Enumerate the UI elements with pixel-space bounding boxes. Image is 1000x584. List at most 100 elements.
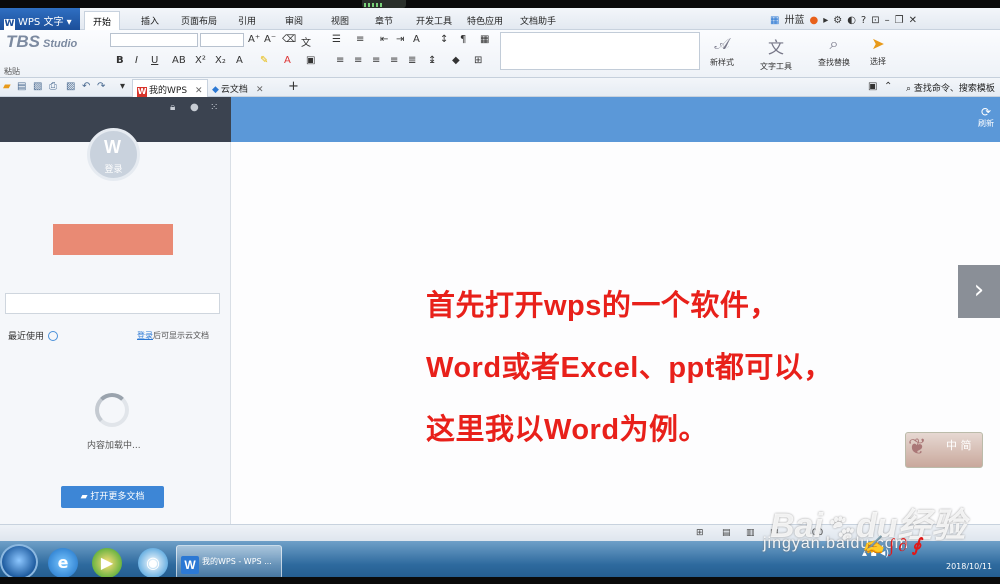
font-color-icon[interactable]: A <box>284 55 291 66</box>
text-tools-icon: 文 <box>767 38 784 57</box>
outdent-icon[interactable]: ⇤ <box>380 34 388 45</box>
font-name-combo[interactable] <box>110 33 198 47</box>
close-tab-icon[interactable]: ✕ <box>195 86 203 96</box>
menu-right-tools: ▦ 卅蓝 ● ▸ ⚙ ◐? ⊡ – ❐ ✕ <box>770 11 922 27</box>
redo-icon[interactable]: ↷ <box>97 81 105 92</box>
ie-browser-icon[interactable]: e <box>48 548 78 578</box>
highlight-icon[interactable]: ✎ <box>260 55 268 66</box>
line-spacing-icon[interactable]: ↨ <box>428 55 436 66</box>
taskbar-item-wps[interactable]: W 我的WPS - WPS ... <box>176 545 282 579</box>
apps-grid-icon[interactable]: ⁙ <box>210 102 218 113</box>
menu-references[interactable]: 引用 <box>238 14 256 27</box>
menu-review[interactable]: 审阅 <box>285 14 303 27</box>
indent-icon[interactable]: ⇥ <box>396 34 404 45</box>
customize-chevron-icon[interactable]: ▾ <box>120 81 125 92</box>
search-command-box[interactable]: ⌕ 查找命令、搜索模板 <box>906 81 995 94</box>
italic-icon[interactable]: I <box>135 55 138 66</box>
menu-right-label[interactable]: 卅蓝 <box>784 11 804 26</box>
search-input[interactable] <box>5 293 220 314</box>
minimize-icon[interactable]: – <box>885 15 890 26</box>
ime-status-widget[interactable]: ❦ 中 简 <box>905 432 983 468</box>
clock-date[interactable]: 2018/10/11 <box>946 562 992 571</box>
chat-icon[interactable]: ● <box>190 102 199 113</box>
menu-doc-assistant[interactable]: 文档助手 <box>520 14 556 27</box>
start-button[interactable] <box>0 544 38 580</box>
tab-cloud-docs[interactable]: ◆ 云文档 ✕ <box>208 79 284 97</box>
tab-list-icon[interactable]: ▣ <box>868 81 877 92</box>
new-tab-icon[interactable]: + <box>288 79 299 94</box>
align-center-icon[interactable]: ≡ <box>354 55 362 66</box>
lock-icon[interactable]: 🔒︎ <box>170 102 175 113</box>
font-size-combo[interactable] <box>200 33 244 47</box>
find-replace-button[interactable]: ⌕ 查找替换 <box>812 34 856 68</box>
subscript-icon[interactable]: X₂ <box>215 55 226 66</box>
open-folder-icon[interactable]: ▰ <box>3 81 11 92</box>
menu-view[interactable]: 视图 <box>331 14 349 27</box>
print-preview-icon[interactable]: ▨ <box>66 81 75 92</box>
paste-button[interactable]: 粘贴 <box>4 66 20 77</box>
table-icon[interactable]: ▦ <box>480 34 489 45</box>
skin-icon[interactable]: ◐ <box>847 15 856 26</box>
collapse-ribbon-icon[interactable]: ⌃ <box>884 81 892 92</box>
restore-ribbon-icon[interactable]: ⊡ <box>871 15 879 26</box>
avatar[interactable]: W 登录 <box>87 128 140 181</box>
bold-icon[interactable]: B <box>116 55 124 66</box>
justify-icon[interactable]: ≡ <box>390 55 398 66</box>
text-tools-button[interactable]: 文文字工具 <box>754 34 798 72</box>
maximize-icon[interactable]: ❐ <box>895 15 904 26</box>
save-icon[interactable]: ▤ <box>17 81 26 92</box>
show-marks-icon[interactable]: ¶ <box>460 34 466 45</box>
settings-icon[interactable]: ⚙ <box>833 15 842 26</box>
phonetic-icon[interactable]: 文 <box>301 34 311 49</box>
menu-bar: W WPS 文字 ▾ 开始 插入 页面布局 引用 审阅 视图 章节 开发工具 特色… <box>0 8 1000 30</box>
focus-mode-icon[interactable]: ⊞ <box>696 528 704 538</box>
clear-format-icon[interactable]: ⌫ <box>282 34 296 45</box>
text-direction-icon[interactable]: A <box>413 34 420 45</box>
open-more-docs-button[interactable]: ▰ 打开更多文档 <box>61 486 164 508</box>
close-tab-icon[interactable]: ✕ <box>256 85 264 95</box>
shrink-font-icon[interactable]: A⁻ <box>264 34 276 45</box>
menu-special[interactable]: 特色应用 <box>467 14 503 27</box>
read-view-icon[interactable]: ▥ <box>746 528 755 538</box>
select-button[interactable]: ➤ 选择 <box>856 34 900 67</box>
borders-icon[interactable]: ⊞ <box>474 55 482 66</box>
close-icon[interactable]: ✕ <box>909 15 917 26</box>
styles-gallery[interactable] <box>500 32 700 70</box>
app-menu-button[interactable]: W WPS 文字 ▾ <box>0 8 80 30</box>
underline-icon[interactable]: U <box>151 55 158 66</box>
menu-chapter[interactable]: 章节 <box>375 14 393 27</box>
tab-my-wps[interactable]: W 我的WPS ✕ <box>132 79 208 97</box>
app-circle-icon[interactable]: ◉ <box>138 548 168 578</box>
output-pdf-icon[interactable]: ▧ <box>33 81 42 92</box>
print-icon[interactable]: ⎙ <box>49 81 57 92</box>
next-icon[interactable]: ▸ <box>823 15 828 26</box>
text-effect-icon[interactable]: A <box>236 55 243 66</box>
fire-icon[interactable]: ● <box>809 15 818 26</box>
distribute-icon[interactable]: ≣ <box>408 55 416 66</box>
new-style-icon: 𝒜 <box>714 34 730 53</box>
char-shading-icon[interactable]: ▣ <box>306 55 315 66</box>
page-view-icon[interactable]: ▤ <box>722 528 731 538</box>
media-player-icon[interactable]: ▶ <box>92 548 122 578</box>
superscript-icon[interactable]: X² <box>195 55 206 66</box>
strikethrough-icon[interactable]: AB <box>172 55 186 66</box>
refresh-button[interactable]: ⟳ 刷新 <box>976 106 996 129</box>
align-right-icon[interactable]: ≡ <box>372 55 380 66</box>
loading-text: 内容加载中... <box>87 441 141 451</box>
align-left-icon[interactable]: ≡ <box>336 55 344 66</box>
menu-home[interactable]: 开始 <box>84 11 121 30</box>
bullets-icon[interactable]: ☰ <box>332 34 341 45</box>
sort-icon[interactable]: ↕ <box>440 34 448 45</box>
login-link[interactable]: 登录 <box>137 331 153 340</box>
grow-font-icon[interactable]: A⁺ <box>248 34 260 45</box>
menu-page-layout[interactable]: 页面布局 <box>181 14 217 27</box>
menu-developer[interactable]: 开发工具 <box>416 14 452 27</box>
help-icon[interactable]: ? <box>861 15 866 26</box>
undo-icon[interactable]: ↶ <box>82 81 90 92</box>
instruction-line: 这里我以Word为例。 <box>426 414 709 446</box>
new-style-button[interactable]: 𝒜 新样式 <box>700 34 744 68</box>
menu-insert[interactable]: 插入 <box>141 14 159 27</box>
shading-icon[interactable]: ◆ <box>452 55 460 66</box>
numbering-icon[interactable]: ≡ <box>356 34 364 45</box>
next-page-chevron-icon[interactable]: › <box>958 265 1000 318</box>
